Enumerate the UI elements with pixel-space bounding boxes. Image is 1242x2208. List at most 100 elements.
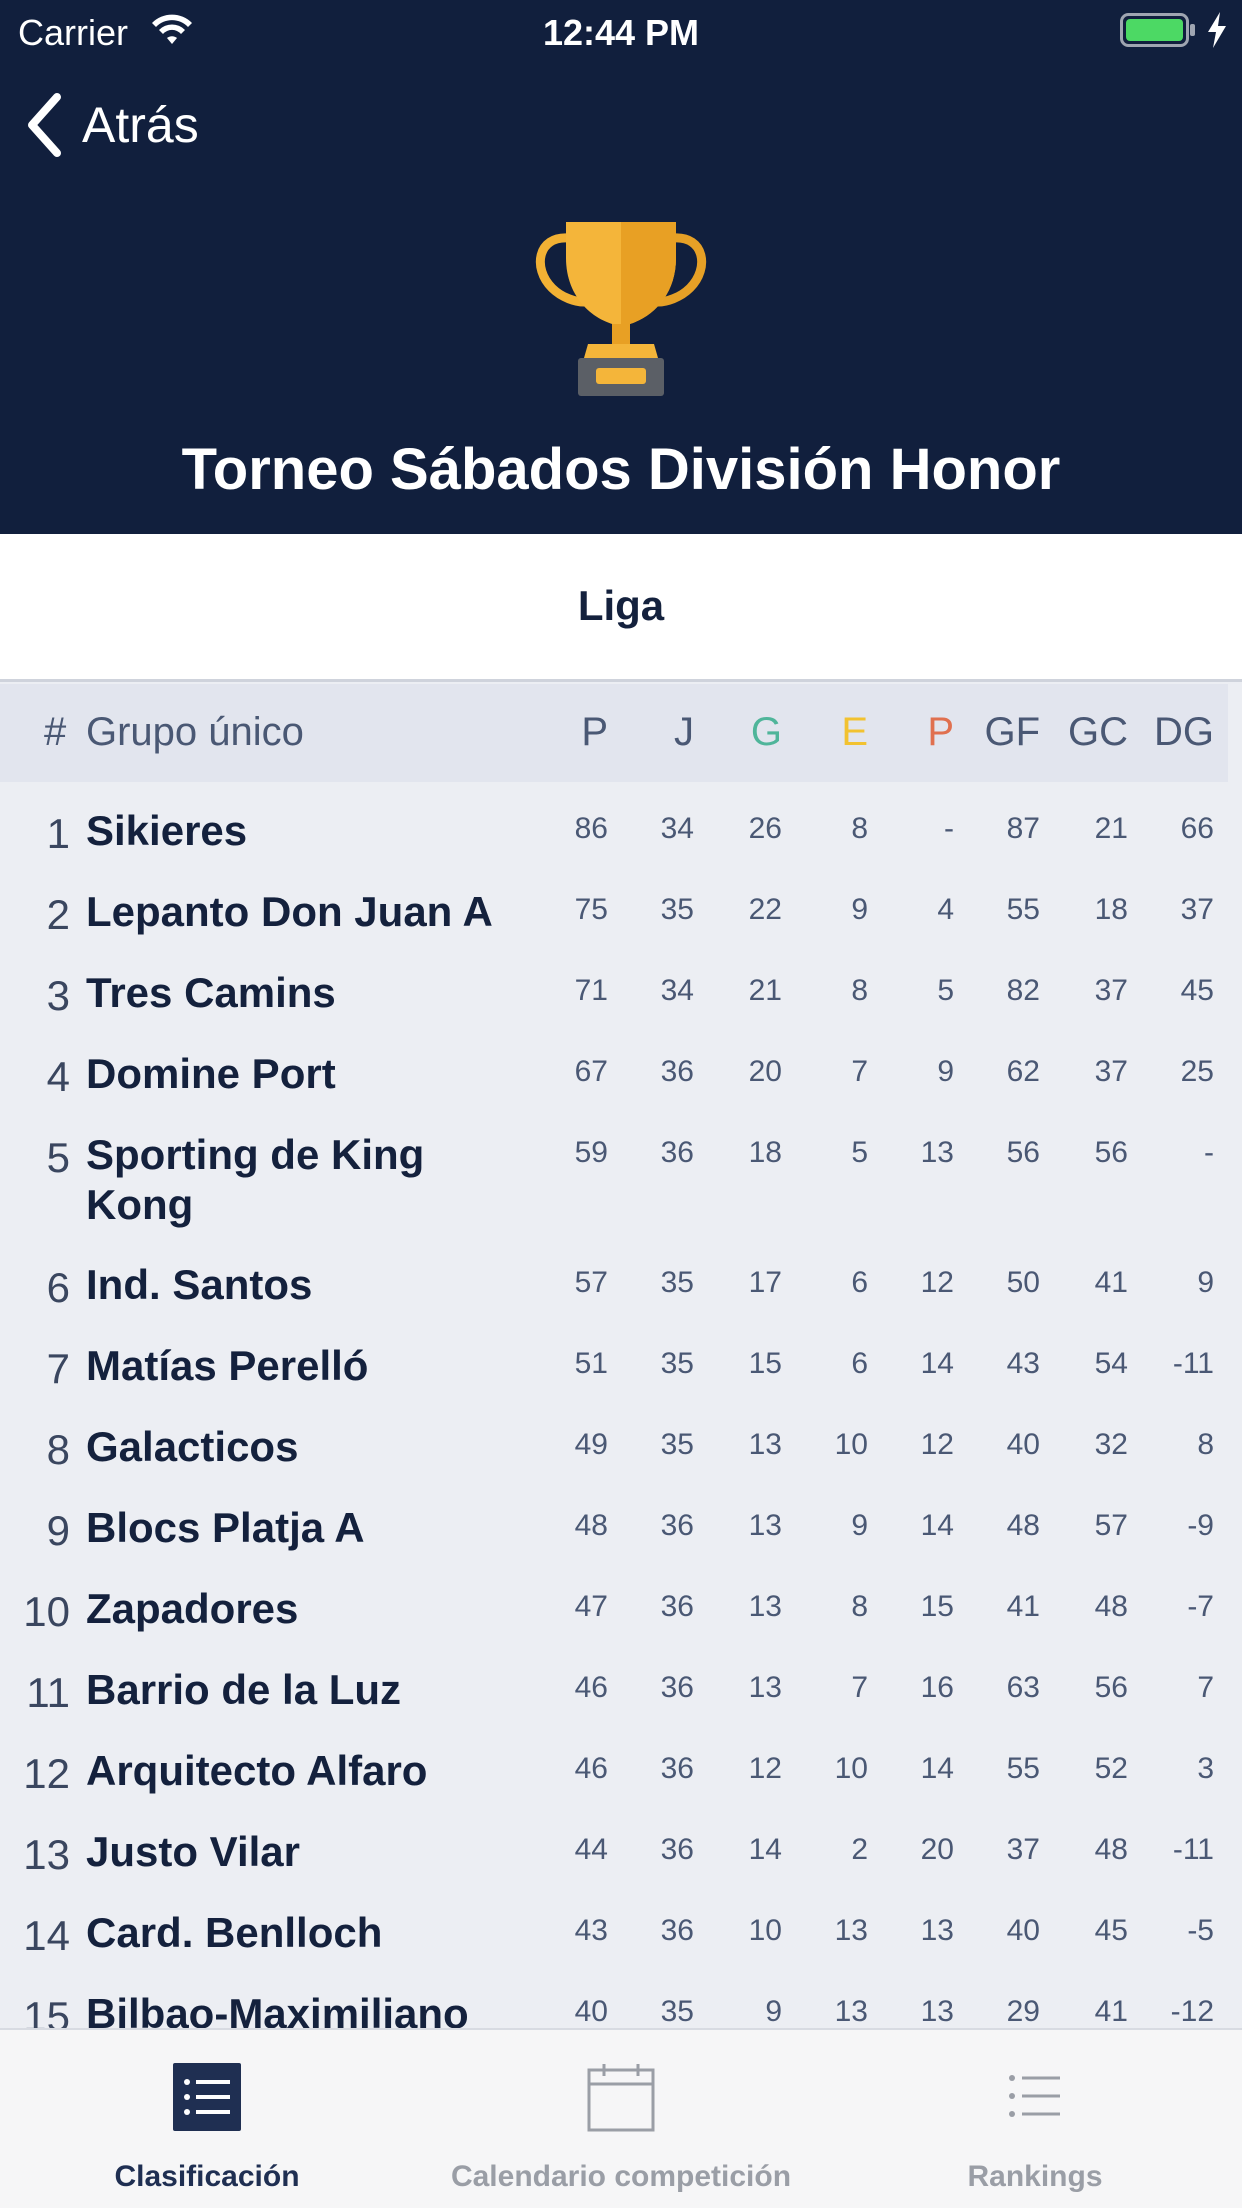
cell-goals-against: 54 <box>1094 1347 1128 1380</box>
table-row[interactable]: 14 Card. Benlloch 43 36 10 13 13 40 45 -5 <box>0 1904 1242 1985</box>
cell-won: 13 <box>748 1671 782 1704</box>
table-row[interactable]: 12 Arquitecto Alfaro 46 36 12 10 14 55 52 3 <box>0 1742 1242 1823</box>
table-row[interactable]: 10 Zapadores 47 36 13 8 15 41 48 -7 <box>0 1580 1242 1661</box>
cell-lost: 9 <box>937 1055 954 1088</box>
table-row[interactable]: 8 Galacticos 49 35 13 10 12 40 32 8 <box>0 1418 1242 1499</box>
header: Carrier 12:44 PM Atrás Torneo Sábados Di… <box>0 0 1242 534</box>
header-points: P <box>581 710 608 754</box>
tab-calendario[interactable]: Calendario competición <box>414 2030 828 2208</box>
row-team-name: Zapadores <box>86 1585 299 1632</box>
row-team-name: Card. Benlloch <box>86 1909 383 1956</box>
cell-drawn: 7 <box>851 1671 868 1704</box>
cell-played: 35 <box>660 1347 694 1380</box>
row-position: 7 <box>46 1345 70 1392</box>
status-bar: Carrier 12:44 PM <box>0 0 1242 62</box>
cell-goal-difference: -11 <box>1172 1347 1214 1380</box>
cell-drawn: 13 <box>834 1995 868 2028</box>
cell-goals-for: 40 <box>1006 1914 1040 1947</box>
table-row[interactable]: 6 Ind. Santos 57 35 17 6 12 50 41 9 <box>0 1256 1242 1337</box>
row-team-name: Arquitecto Alfaro <box>86 1747 428 1794</box>
table-row[interactable]: 15 Bilbao-Maximiliano 40 35 9 13 13 29 41 -12 <box>0 1985 1242 2028</box>
cell-drawn: 6 <box>851 1347 868 1380</box>
row-position: 5 <box>46 1134 70 1181</box>
row-position: 9 <box>46 1507 70 1554</box>
cell-won: 21 <box>748 974 782 1007</box>
table-row[interactable]: 7 Matías Perelló 51 35 15 6 14 43 54 -11 <box>0 1337 1242 1418</box>
cell-goals-against: 32 <box>1094 1428 1128 1461</box>
tab-label: Rankings <box>967 2160 1103 2193</box>
charging-bolt-icon <box>1208 12 1226 48</box>
table-row[interactable]: 5 Sporting de King Kong 59 36 18 5 13 56 56 - <box>0 1126 1242 1256</box>
row-team-name: Bilbao-Maximiliano <box>86 1990 469 2028</box>
cell-lost: 4 <box>937 893 954 926</box>
table-row[interactable]: 1 Sikieres 86 34 26 8 - 87 21 66 <box>0 802 1242 883</box>
cell-played: 35 <box>660 1995 694 2028</box>
cell-goal-difference: 8 <box>1197 1428 1214 1461</box>
cell-points: 71 <box>574 974 608 1007</box>
cell-goals-against: 37 <box>1094 1055 1128 1088</box>
standings-table[interactable]: # Grupo único P J G E P GF GC DG 1 Sikier… <box>0 684 1242 2028</box>
header-position: # <box>44 710 67 754</box>
table-row[interactable]: 9 Blocs Platja A 48 36 13 9 14 48 57 -9 <box>0 1499 1242 1580</box>
cell-lost: 5 <box>937 974 954 1007</box>
table-row[interactable]: 2 Lepanto Don Juan A 75 35 22 9 4 55 18 37 <box>0 883 1242 964</box>
tab-rankings[interactable]: Rankings <box>828 2030 1242 2208</box>
cell-goals-for: 82 <box>1006 974 1040 1007</box>
row-team-name: Matías Perelló <box>86 1342 369 1389</box>
tab-clasificacion[interactable]: Clasificación <box>0 2030 414 2208</box>
cell-played: 36 <box>660 1752 694 1785</box>
cell-points: 47 <box>574 1590 608 1623</box>
cell-goals-for: 63 <box>1006 1671 1040 1704</box>
table-row[interactable]: 13 Justo Vilar 44 36 14 2 20 37 48 -11 <box>0 1823 1242 1904</box>
cell-drawn: 8 <box>851 812 868 845</box>
cell-drawn: 5 <box>851 1136 868 1169</box>
cell-goal-difference: 7 <box>1197 1671 1214 1704</box>
cell-goal-difference: 3 <box>1197 1752 1214 1785</box>
cell-points: 44 <box>574 1833 608 1866</box>
cell-goals-against: 21 <box>1094 812 1128 845</box>
cell-points: 75 <box>574 893 608 926</box>
row-position: 12 <box>23 1750 70 1797</box>
row-position: 11 <box>26 1669 70 1716</box>
tab-bar: Clasificación Calendario competición Ran… <box>0 2028 1242 2208</box>
cell-goals-for: 43 <box>1006 1347 1040 1380</box>
header-goal-difference: DG <box>1154 710 1214 754</box>
cell-goals-for: 55 <box>1006 893 1040 926</box>
cell-goals-against: 37 <box>1094 974 1128 1007</box>
cell-goal-difference: -9 <box>1187 1509 1214 1542</box>
cell-points: 86 <box>574 812 608 845</box>
segment-liga[interactable]: Liga <box>0 534 1242 682</box>
cell-drawn: 7 <box>851 1055 868 1088</box>
row-position: 1 <box>46 810 70 857</box>
row-position: 6 <box>46 1264 70 1311</box>
cell-goals-for: 56 <box>1006 1136 1040 1169</box>
table-row[interactable]: 4 Domine Port 67 36 20 7 9 62 37 25 <box>0 1045 1242 1126</box>
row-team-name: Ind. Santos <box>86 1261 313 1308</box>
cell-lost: 15 <box>920 1590 954 1623</box>
back-button[interactable]: Atrás <box>24 90 199 160</box>
cell-goals-against: 52 <box>1094 1752 1128 1785</box>
cell-drawn: 6 <box>851 1266 868 1299</box>
cell-lost: 20 <box>920 1833 954 1866</box>
cell-lost: 13 <box>920 1914 954 1947</box>
cell-played: 36 <box>660 1590 694 1623</box>
row-position: 15 <box>23 1993 70 2028</box>
row-team-name: Sikieres <box>86 807 248 854</box>
cell-drawn: 13 <box>834 1914 868 1947</box>
cell-lost: 14 <box>920 1752 954 1785</box>
cell-played: 35 <box>660 1428 694 1461</box>
cell-points: 48 <box>574 1509 608 1542</box>
table-row[interactable]: 11 Barrio de la Luz 46 36 13 7 16 63 56 7 <box>0 1661 1242 1742</box>
cell-goals-for: 29 <box>1006 1995 1040 2028</box>
cell-played: 36 <box>660 1671 694 1704</box>
calendar-icon <box>587 2064 655 2132</box>
cell-played: 34 <box>660 812 694 845</box>
row-team-name: Justo Vilar <box>86 1828 300 1875</box>
header-lost: P <box>927 710 954 754</box>
list-icon <box>173 2063 241 2131</box>
row-position: 13 <box>23 1831 70 1878</box>
table-row[interactable]: 3 Tres Camins 71 34 21 8 5 82 37 45 <box>0 964 1242 1045</box>
cell-lost: 16 <box>920 1671 954 1704</box>
segment-label: Liga <box>577 582 665 629</box>
cell-points: 40 <box>574 1995 608 2028</box>
